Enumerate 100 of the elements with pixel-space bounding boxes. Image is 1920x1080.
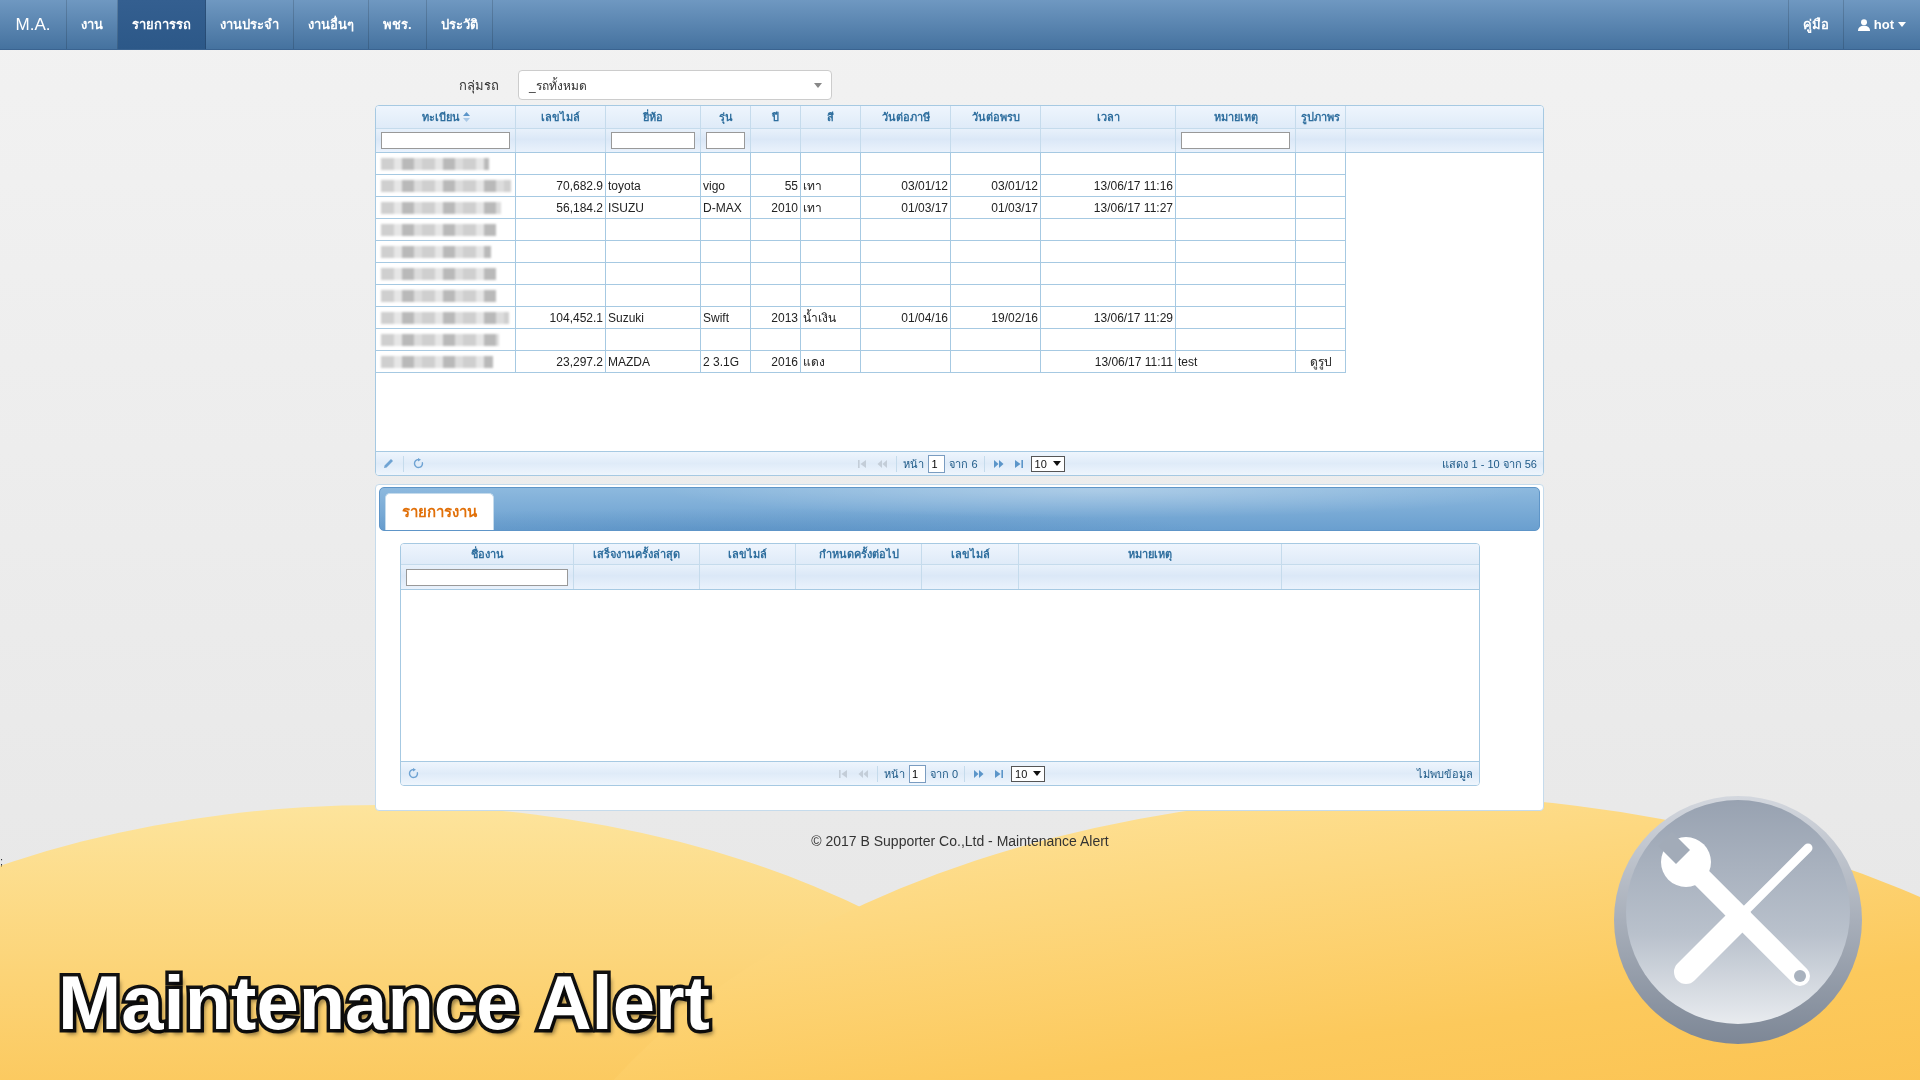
last-page-icon (1013, 458, 1024, 469)
next-page-icon (974, 768, 985, 779)
table-cell: 2 3.1G (701, 351, 751, 373)
page-number-field[interactable]: 1 (928, 454, 946, 473)
table-cell (701, 219, 751, 241)
table-cell: 13/06/17 11:11 (1041, 351, 1176, 373)
table-cell: ISUZU (606, 197, 701, 219)
next-page-icon (993, 458, 1004, 469)
page-label: หน้า (903, 456, 925, 472)
nav-item[interactable]: ประวัติ (426, 0, 493, 49)
nav-item[interactable]: พชร. (369, 0, 427, 49)
table-cell (751, 219, 801, 241)
table-cell (801, 285, 861, 307)
previous-page-icon (877, 458, 888, 469)
page-size-select[interactable]: 10 (1011, 765, 1046, 782)
column-header[interactable]: เลขไมล์ (516, 106, 606, 128)
table-cell (1296, 263, 1346, 285)
column-header[interactable]: ยี่ห้อ (606, 106, 701, 128)
table-cell: 104,452.1 (516, 307, 606, 329)
pencil-icon (383, 458, 394, 469)
filter-field[interactable] (611, 132, 695, 149)
table-cell: test (1176, 351, 1296, 373)
table-cell: Suzuki (606, 307, 701, 329)
record-summary: ไม่พบข้อมูล (1417, 766, 1474, 783)
table-cell (1296, 285, 1346, 307)
table-cell: 13/06/17 11:16 (1041, 175, 1176, 197)
semicolon-text: ; (0, 855, 4, 867)
page-number-field[interactable]: 1 (908, 764, 926, 783)
table-cell: 13/06/17 11:29 (1041, 307, 1176, 329)
table-cell: 03/01/12 (861, 175, 951, 197)
table-cell: 19/02/16 (951, 307, 1041, 329)
filter-field[interactable] (381, 132, 510, 149)
page-total: จาก 0 (929, 766, 959, 782)
filter-field[interactable] (706, 132, 745, 149)
first-page-icon (857, 458, 868, 469)
table-cell (751, 285, 801, 307)
filter-field[interactable] (1181, 132, 1290, 149)
table-cell (801, 263, 861, 285)
caret-icon (1033, 771, 1042, 776)
column-header[interactable]: เลขไมล์ (700, 544, 796, 564)
panel-tab[interactable]: รายการงาน (385, 493, 494, 530)
column-header[interactable]: สี (801, 106, 861, 128)
table-cell (701, 241, 751, 263)
table-cell (801, 219, 861, 241)
column-header[interactable]: หมายเหตุ (1019, 544, 1282, 564)
caret-icon (1052, 461, 1061, 466)
table-cell: Swift (701, 307, 751, 329)
table-cell: 70,682.9 (516, 175, 606, 197)
previous-page-icon (857, 768, 868, 779)
table-cell: เทา (801, 175, 861, 197)
user-menu[interactable]: hot (1842, 0, 1920, 49)
column-header[interactable]: หมายเหตุ (1176, 106, 1296, 128)
column-header[interactable]: ทะเบียน (376, 106, 516, 128)
page-size-select[interactable]: 10 (1030, 455, 1065, 472)
table-cell (751, 329, 801, 351)
column-header[interactable]: เวลา (1041, 106, 1176, 128)
caret-icon (814, 82, 822, 88)
column-header[interactable]: เลขไมล์ (922, 544, 1019, 564)
column-header[interactable]: รุ่น (701, 106, 751, 128)
filter-field[interactable] (406, 568, 568, 586)
column-header[interactable]: วันต่อภาษี (861, 106, 951, 128)
page-label: หน้า (883, 766, 905, 782)
table-cell: 23,297.2 (516, 351, 606, 373)
table-cell: แดง (801, 351, 861, 373)
wrench-screwdriver-icon (1614, 796, 1862, 1044)
first-page-icon (837, 768, 848, 779)
column-header[interactable]: ชื่องาน (401, 544, 574, 564)
table-cell: 01/03/17 (861, 197, 951, 219)
table-cell (701, 329, 751, 351)
last-page-icon (994, 768, 1005, 779)
column-header[interactable]: วันต่อพรบ (951, 106, 1041, 128)
table-cell (701, 285, 751, 307)
table-cell: MAZDA (606, 351, 701, 373)
table-cell: เทา (801, 197, 861, 219)
table-cell (1296, 307, 1346, 329)
column-header[interactable]: รูปภาพร (1296, 106, 1346, 128)
user-icon (1857, 18, 1870, 31)
brand-link[interactable]: M.A. (0, 0, 67, 49)
column-header[interactable]: ปี (751, 106, 801, 128)
field-label: กลุ่มรถ (458, 76, 500, 96)
view-picture-link[interactable]: ดูรูป (1309, 352, 1332, 371)
nav-item[interactable]: งานอื่นๆ (294, 0, 369, 49)
manual-link[interactable]: คู่มือ (1787, 0, 1843, 49)
column-header[interactable]: กำหนดครั้งต่อไป (796, 544, 922, 564)
table-cell: 01/03/17 (951, 197, 1041, 219)
nav-item[interactable]: งานประจำ (206, 0, 294, 49)
table-cell: 2010 (751, 197, 801, 219)
table-cell (801, 241, 861, 263)
vehicle-group-select[interactable]: _รถทั้งหมด (518, 70, 832, 100)
table-cell: D-MAX (701, 197, 751, 219)
refresh-icon (408, 768, 419, 779)
table-cell: 2013 (751, 307, 801, 329)
caret-icon (1898, 22, 1906, 27)
table-cell (1296, 197, 1346, 219)
nav-item[interactable]: รายการรถ (118, 0, 206, 49)
record-summary: แสดง 1 - 10 จาก 56 (1442, 456, 1538, 472)
column-header[interactable]: เสร็จงานครั้งล่าสุด (574, 544, 700, 564)
refresh-icon (413, 458, 424, 469)
page-total: จาก 6 (949, 456, 978, 472)
table-cell: 55 (751, 175, 801, 197)
